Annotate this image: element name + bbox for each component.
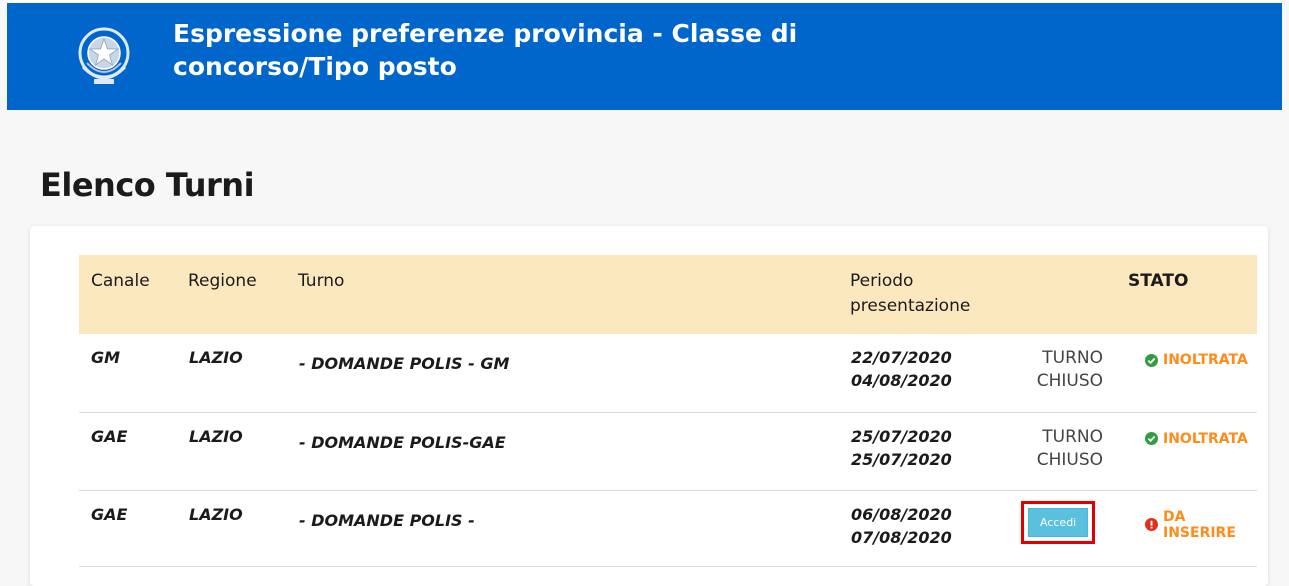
cell-canale: GM xyxy=(91,348,121,367)
column-header-periodo: Periodo presentazione xyxy=(850,255,1020,334)
column-header-regione: Regione xyxy=(188,271,257,291)
cell-turno: - DOMANDE POLIS-GAE xyxy=(299,432,506,452)
column-header-turno: Turno xyxy=(298,271,345,291)
cell-azione: TURNO CHIUSO xyxy=(1020,412,1128,490)
accedi-button[interactable]: Accedi xyxy=(1028,507,1089,537)
periodo-end: 25/07/2020 xyxy=(851,449,952,469)
cell-regione: LAZIO xyxy=(189,426,243,446)
status-badge: INOLTRATA xyxy=(1145,352,1256,368)
column-header-azione xyxy=(1020,255,1128,334)
cell-turno: - DOMANDE POLIS - GM xyxy=(299,354,510,373)
status-badge: INOLTRATA xyxy=(1145,431,1256,447)
column-header-periodo-line1: Periodo xyxy=(850,271,914,291)
cell-periodo: 06/08/2020 07/08/2020 xyxy=(850,490,1020,566)
periodo-end: 04/08/2020 xyxy=(851,371,952,390)
status-badge: DA INSERIRE xyxy=(1145,509,1256,541)
turno-chiuso-line2: CHIUSO xyxy=(1036,449,1103,470)
cell-regione: LAZIO xyxy=(189,348,243,367)
periodo-end: 07/08/2020 xyxy=(851,527,952,547)
periodo-start: 22/07/2020 xyxy=(851,348,952,367)
turni-table: Canale Regione Turno Periodo presentazio… xyxy=(79,255,1257,567)
cell-regione: LAZIO xyxy=(189,504,243,524)
cell-turno: - DOMANDE POLIS - xyxy=(299,510,475,530)
check-circle-icon xyxy=(1145,353,1158,367)
status-text: INOLTRATA xyxy=(1163,352,1248,368)
turno-chiuso-line1: TURNO xyxy=(1042,348,1103,368)
exclamation-circle-icon xyxy=(1145,518,1158,531)
cell-azione: TURNO CHIUSO xyxy=(1020,334,1128,412)
app-title: Espressione preferenze provincia - Class… xyxy=(173,19,798,81)
turno-chiuso-line1: TURNO xyxy=(1042,426,1103,447)
cell-canale: GAE xyxy=(91,504,128,524)
cell-periodo: 22/07/2020 04/08/2020 xyxy=(850,334,1020,412)
column-header-periodo-line2: presentazione xyxy=(850,296,971,316)
table-header-row: Canale Regione Turno Periodo presentazio… xyxy=(79,255,1257,334)
app-header: Espressione preferenze provincia - Class… xyxy=(7,0,1282,110)
cell-stato: DA INSERIRE xyxy=(1128,490,1257,566)
turni-card: Canale Regione Turno Periodo presentazio… xyxy=(30,226,1268,586)
check-circle-icon xyxy=(1145,432,1158,445)
emblem-icon xyxy=(78,27,130,84)
cell-azione: Accedi xyxy=(1020,490,1128,566)
cell-stato: INOLTRATA xyxy=(1128,334,1257,412)
accedi-highlight: Accedi xyxy=(1021,500,1096,544)
status-text: INOLTRATA xyxy=(1163,430,1248,447)
column-header-stato: STATO xyxy=(1128,271,1189,291)
cell-periodo: 25/07/2020 25/07/2020 xyxy=(850,412,1020,490)
table-row: GAE LAZIO - DOMANDE POLIS - 06/08/2020 0… xyxy=(79,490,1257,566)
page-title: Elenco Turni xyxy=(40,166,255,204)
cell-canale: GAE xyxy=(91,426,128,446)
periodo-start: 06/08/2020 xyxy=(851,504,952,524)
column-header-canale: Canale xyxy=(91,271,150,291)
periodo-start: 25/07/2020 xyxy=(851,426,952,446)
status-text: DA INSERIRE xyxy=(1163,508,1236,541)
turno-chiuso-line2: CHIUSO xyxy=(1036,371,1103,391)
cell-stato: INOLTRATA xyxy=(1128,412,1257,490)
table-row: GM LAZIO - DOMANDE POLIS - GM 22/07/2020… xyxy=(79,334,1257,412)
table-row: GAE LAZIO - DOMANDE POLIS-GAE 25/07/2020… xyxy=(79,412,1257,490)
